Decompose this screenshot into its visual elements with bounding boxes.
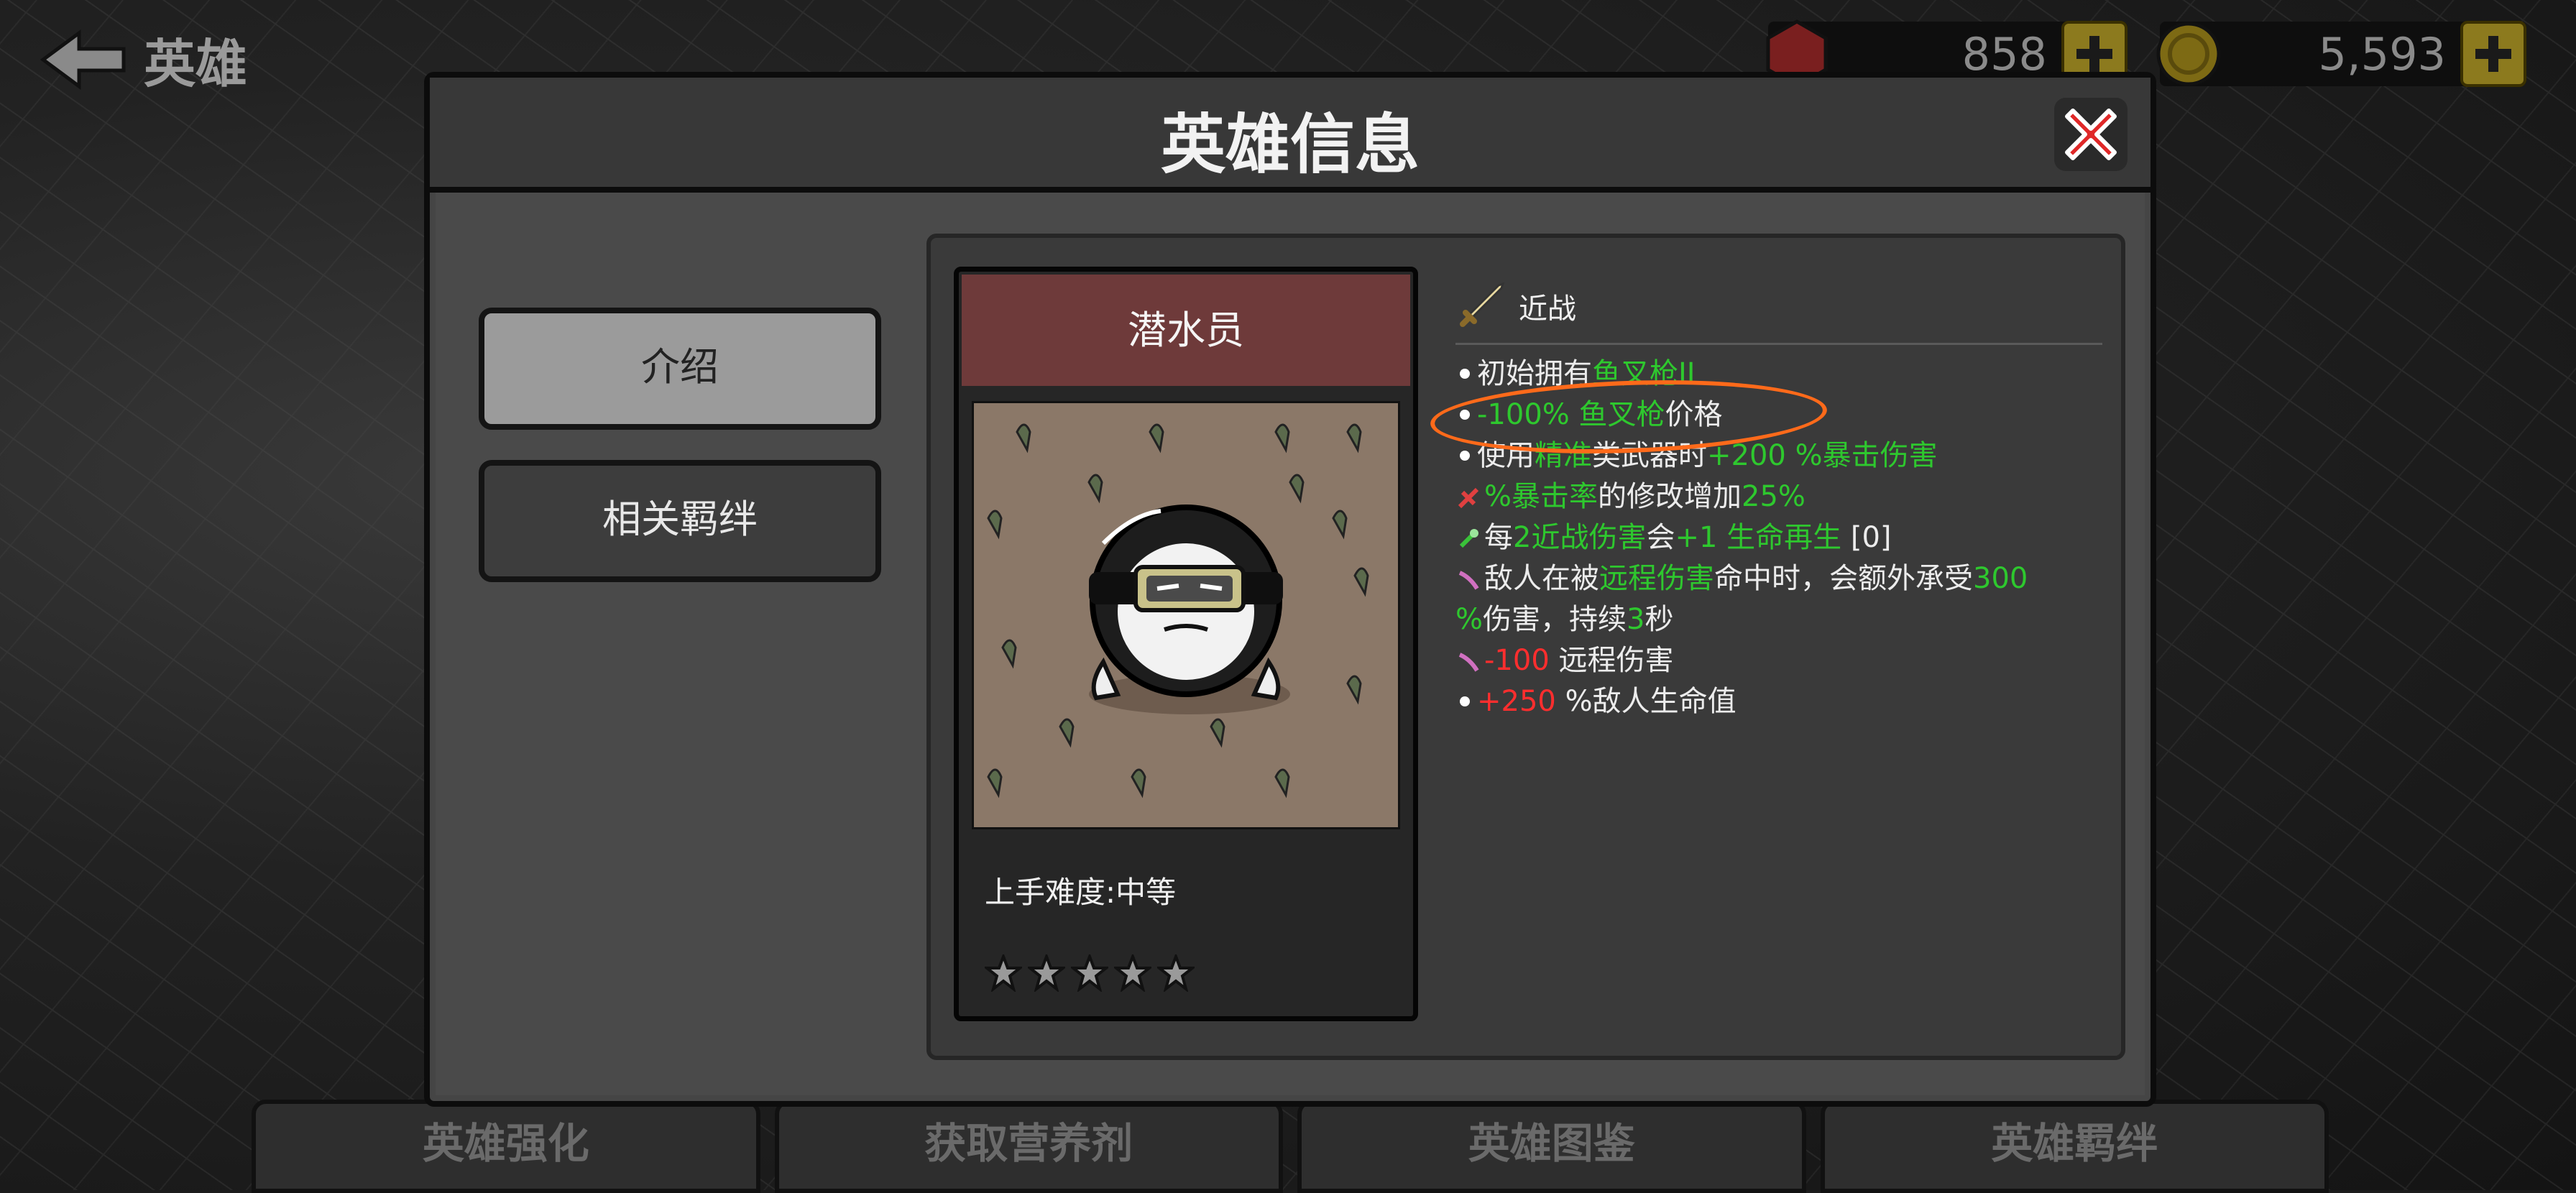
regen-icon — [1459, 529, 1478, 548]
hero-info-dialog: 英雄信息 介绍 相关羁绊 潜水员 上手难度:中等 近战 初始拥有鱼叉枪II -1… — [424, 72, 2156, 1107]
difficulty-stars — [985, 954, 1195, 992]
stat-line: %暴击率的修改增加25% — [1455, 476, 2102, 517]
screen-title: 英雄 — [144, 34, 248, 94]
tab-related-bonds[interactable]: 相关羁绊 — [479, 460, 881, 582]
tab-hero-upgrade[interactable]: 英雄强化 — [252, 1100, 760, 1193]
star-icon — [1114, 954, 1151, 992]
difficulty-label: 上手难度:中等 — [985, 875, 1177, 910]
hero-portrait — [972, 401, 1400, 829]
close-icon[interactable] — [2051, 95, 2130, 174]
dialog-title: 英雄信息 — [1161, 107, 1420, 183]
diver-character-icon — [987, 423, 1369, 798]
coin-counter: 5,593 — [2156, 21, 2526, 87]
back-button[interactable]: 英雄 — [36, 22, 247, 97]
dialog-header: 英雄信息 — [430, 78, 2150, 193]
coin-icon — [2156, 22, 2221, 86]
stat-line: +250 %敌人生命值 — [1455, 681, 2102, 722]
star-icon — [1157, 954, 1195, 992]
stat-line: 每2近战伤害会+1 生命再生 [0] — [1455, 517, 2102, 558]
stat-line: %伤害，持续3秒 — [1455, 603, 1674, 636]
stat-line: 敌人在被远程伤害命中时，会额外承受300 — [1455, 558, 2102, 599]
ranged-icon — [1458, 571, 1479, 590]
tab-hero-bonds[interactable]: 英雄羁绊 — [1820, 1100, 2329, 1193]
star-icon — [985, 954, 1022, 992]
crit-icon — [1458, 487, 1479, 509]
tab-get-nutrients[interactable]: 获取营养剂 — [774, 1100, 1283, 1193]
stat-line: -100 远程伤害 — [1455, 640, 2102, 681]
star-icon — [1028, 954, 1065, 992]
ranged-damage-icon — [1458, 653, 1479, 672]
hero-detail-panel: 潜水员 上手难度:中等 近战 初始拥有鱼叉枪II -100% 鱼叉枪价格 使用精… — [926, 234, 2125, 1060]
hero-stats: 近战 初始拥有鱼叉枪II -100% 鱼叉枪价格 使用精准类武器时+200 %暴… — [1455, 274, 2102, 722]
tab-intro[interactable]: 介绍 — [479, 308, 881, 430]
hero-type: 近战 — [1519, 293, 1576, 326]
bottom-tab-bar: 英雄强化 获取营养剂 英雄图鉴 英雄羁绊 — [252, 1100, 2329, 1193]
coin-count: 5,593 — [2318, 27, 2447, 80]
hero-type-header: 近战 — [1455, 274, 2102, 345]
hero-card: 潜水员 上手难度:中等 — [954, 267, 1418, 1021]
sword-icon — [1460, 282, 1505, 327]
star-icon — [1071, 954, 1108, 992]
tab-hero-collection[interactable]: 英雄图鉴 — [1297, 1100, 1806, 1193]
add-coins-button[interactable] — [2460, 21, 2526, 87]
dialog-body: 介绍 相关羁绊 潜水员 上手难度:中等 近战 初始拥有鱼叉枪II -100% 鱼… — [436, 193, 2145, 1095]
hero-name: 潜水员 — [962, 275, 1410, 386]
back-arrow-icon — [40, 29, 126, 90]
